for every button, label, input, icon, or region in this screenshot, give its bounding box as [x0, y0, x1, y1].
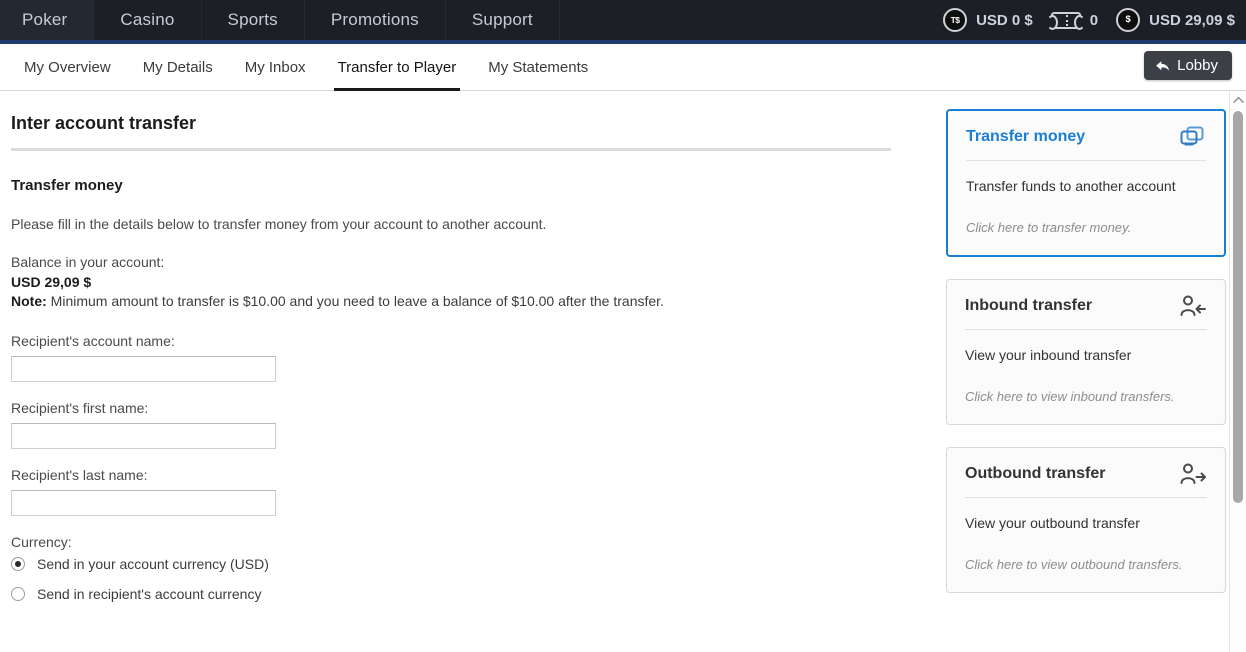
nav-item-sports[interactable]: Sports — [202, 0, 305, 40]
section-title: Transfer money — [11, 177, 123, 194]
lobby-label: Lobby — [1177, 57, 1218, 74]
tab-my-details[interactable]: My Details — [127, 44, 229, 91]
card-header: Outbound transfer — [965, 462, 1207, 498]
ticket-balance[interactable]: 0 — [1042, 11, 1107, 30]
recipient-account-name-input[interactable] — [11, 356, 276, 382]
card-title: Inbound transfer — [965, 297, 1093, 314]
balance-label: Balance in your account: — [11, 254, 165, 270]
recipient-first-name-label: Recipient's first name: — [11, 400, 149, 416]
top-navigation-bar: Poker Casino Sports Promotions Support T… — [0, 0, 1246, 44]
nav-label: Promotions — [330, 10, 419, 29]
tab-label: My Inbox — [244, 58, 306, 76]
tab-my-inbox[interactable]: My Inbox — [229, 44, 322, 91]
top-nav-items: Poker Casino Sports Promotions Support — [0, 0, 560, 40]
radio-button-icon[interactable] — [11, 587, 25, 601]
tournament-coin-icon: T$ — [943, 8, 968, 32]
tab-label: My Statements — [488, 58, 589, 76]
card-description: Transfer funds to another account — [966, 178, 1176, 194]
card-title: Transfer money — [966, 128, 1086, 145]
tournament-balance[interactable]: T$ USD 0 $ — [934, 8, 1042, 32]
ticket-count: 0 — [1089, 11, 1099, 29]
radio-button-selected-icon[interactable] — [11, 557, 25, 571]
nav-item-casino[interactable]: Casino — [94, 0, 202, 40]
radio-option-label: Send in your account currency (USD) — [37, 556, 269, 572]
nav-item-promotions[interactable]: Promotions — [305, 0, 446, 40]
recipient-last-name-label: Recipient's last name: — [11, 467, 148, 483]
note-text: Minimum amount to transfer is $10.00 and… — [46, 293, 664, 309]
tab-label: My Details — [142, 58, 213, 76]
radio-option-account-currency[interactable]: Send in your account currency (USD) — [11, 556, 946, 572]
card-title: Outbound transfer — [965, 465, 1106, 482]
tab-transfer-to-player[interactable]: Transfer to Player — [322, 44, 473, 91]
intro-text: Please fill in the details below to tran… — [11, 216, 547, 232]
card-outbound-transfer[interactable]: Outbound transfer View your outbound tra… — [946, 447, 1226, 593]
card-hint: Click here to view outbound transfers. — [965, 557, 1183, 572]
nav-label: Casino — [120, 10, 175, 29]
transfer-money-icon — [1180, 126, 1204, 146]
nav-item-support[interactable]: Support — [446, 0, 560, 40]
card-header: Transfer money — [966, 125, 1206, 161]
card-hint: Click here to view inbound transfers. — [965, 389, 1175, 404]
chevron-up-icon — [1232, 96, 1244, 103]
field-recipient-first-name: Recipient's first name: — [11, 400, 946, 449]
sidebar-cards: Transfer money Transfer funds to another… — [946, 91, 1246, 652]
card-description: View your outbound transfer — [965, 515, 1140, 531]
title-divider — [11, 148, 891, 151]
nav-label: Poker — [22, 10, 68, 29]
vertical-scrollbar[interactable] — [1229, 91, 1246, 652]
radio-option-label: Send in recipient's account currency — [37, 586, 262, 602]
cash-coin-icon: $ — [1116, 8, 1141, 32]
ticket-icon — [1046, 11, 1085, 30]
nav-label: Sports — [227, 10, 278, 29]
transfer-note: Note: Minimum amount to transfer is $10.… — [11, 293, 946, 309]
tab-my-statements[interactable]: My Statements — [472, 44, 604, 91]
recipient-first-name-input[interactable] — [11, 423, 276, 449]
nav-item-poker[interactable]: Poker — [0, 0, 95, 40]
card-inbound-transfer[interactable]: Inbound transfer View your inbound trans… — [946, 279, 1226, 425]
user-inbound-icon — [1180, 295, 1206, 316]
recipient-account-name-label: Recipient's account name: — [11, 333, 175, 349]
arrow-left-icon — [1156, 60, 1170, 71]
cash-balance-amount: USD 29,09 $ — [1149, 11, 1235, 29]
card-description: View your inbound transfer — [965, 347, 1132, 363]
user-outbound-icon — [1180, 463, 1206, 484]
note-prefix: Note: — [11, 293, 47, 309]
cash-balance[interactable]: $ USD 29,09 $ — [1107, 8, 1244, 32]
tournament-balance-amount: USD 0 $ — [976, 11, 1033, 29]
lobby-button[interactable]: Lobby — [1144, 51, 1232, 80]
tab-label: Transfer to Player — [337, 58, 457, 76]
tab-label: My Overview — [24, 58, 111, 76]
card-header: Inbound transfer — [965, 294, 1207, 330]
nav-label: Support — [471, 10, 533, 29]
card-transfer-money[interactable]: Transfer money Transfer funds to another… — [946, 109, 1226, 257]
page-body: Inter account transfer Transfer money Pl… — [0, 91, 1246, 652]
account-tab-bar: My Overview My Details My Inbox Transfer… — [0, 44, 1246, 91]
radio-option-recipient-currency[interactable]: Send in recipient's account currency — [11, 586, 946, 602]
field-recipient-account-name: Recipient's account name: — [11, 333, 946, 382]
main-content: Inter account transfer Transfer money Pl… — [0, 91, 946, 652]
tab-my-overview[interactable]: My Overview — [8, 44, 127, 91]
card-hint: Click here to transfer money. — [966, 220, 1132, 235]
page-title: Inter account transfer — [11, 113, 197, 133]
recipient-last-name-input[interactable] — [11, 490, 276, 516]
balance-value: USD 29,09 $ — [11, 274, 92, 290]
currency-label: Currency: — [11, 534, 72, 550]
balance-indicators: T$ USD 0 $ 0 $ USD 29,09 $ — [934, 0, 1246, 40]
scrollbar-thumb[interactable] — [1233, 111, 1243, 503]
field-recipient-last-name: Recipient's last name: — [11, 467, 946, 516]
scroll-up-button[interactable] — [1230, 91, 1246, 108]
